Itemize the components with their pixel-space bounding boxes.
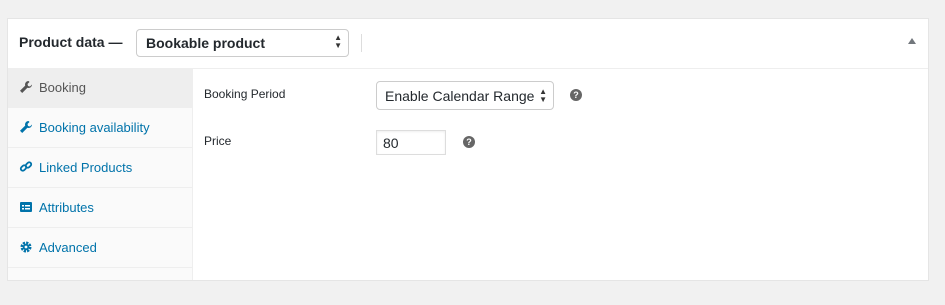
price-value: 80 bbox=[383, 135, 399, 151]
wrench-icon bbox=[19, 80, 33, 94]
panel-header: Product data — Bookable product ▲ ▼ bbox=[8, 19, 928, 69]
booking-period-label: Booking Period bbox=[204, 87, 286, 101]
tab-linked-products[interactable]: Linked Products bbox=[8, 148, 192, 188]
tab-booking[interactable]: Booking bbox=[8, 68, 192, 108]
price-label: Price bbox=[204, 134, 232, 148]
link-icon bbox=[19, 160, 33, 174]
tab-label: Linked Products bbox=[39, 160, 133, 175]
booking-period-select[interactable]: Enable Calendar Range ▲ ▼ bbox=[376, 81, 554, 110]
wrench-icon bbox=[19, 120, 33, 134]
product-type-value: Bookable product bbox=[146, 35, 266, 51]
panel-title: Product data — bbox=[19, 34, 123, 50]
select-arrows-icon: ▲ ▼ bbox=[539, 87, 547, 104]
tab-label: Attributes bbox=[39, 200, 94, 215]
price-input[interactable]: 80 bbox=[376, 130, 446, 155]
product-type-select[interactable]: Bookable product ▲ ▼ bbox=[136, 29, 349, 57]
help-icon[interactable]: ? bbox=[570, 89, 582, 101]
gear-icon bbox=[19, 240, 33, 254]
tab-booking-availability[interactable]: Booking availability bbox=[8, 108, 192, 148]
list-icon bbox=[19, 200, 33, 214]
booking-period-value: Enable Calendar Range bbox=[385, 88, 535, 104]
tab-label: Booking availability bbox=[39, 120, 150, 135]
collapse-toggle-icon[interactable] bbox=[908, 38, 916, 44]
select-arrows-icon: ▲ ▼ bbox=[334, 33, 342, 50]
product-data-panel: Product data — Bookable product ▲ ▼ Booki… bbox=[7, 18, 929, 281]
tab-label: Booking bbox=[39, 80, 86, 95]
booking-options-panel: Booking Period Enable Calendar Range ▲ ▼ … bbox=[193, 68, 928, 280]
tab-label: Advanced bbox=[39, 240, 97, 255]
product-data-tabs: Booking Booking availability Linked Prod… bbox=[8, 68, 193, 280]
header-divider bbox=[361, 34, 362, 52]
tab-advanced[interactable]: Advanced bbox=[8, 228, 192, 268]
tab-attributes[interactable]: Attributes bbox=[8, 188, 192, 228]
help-icon[interactable]: ? bbox=[463, 136, 475, 148]
